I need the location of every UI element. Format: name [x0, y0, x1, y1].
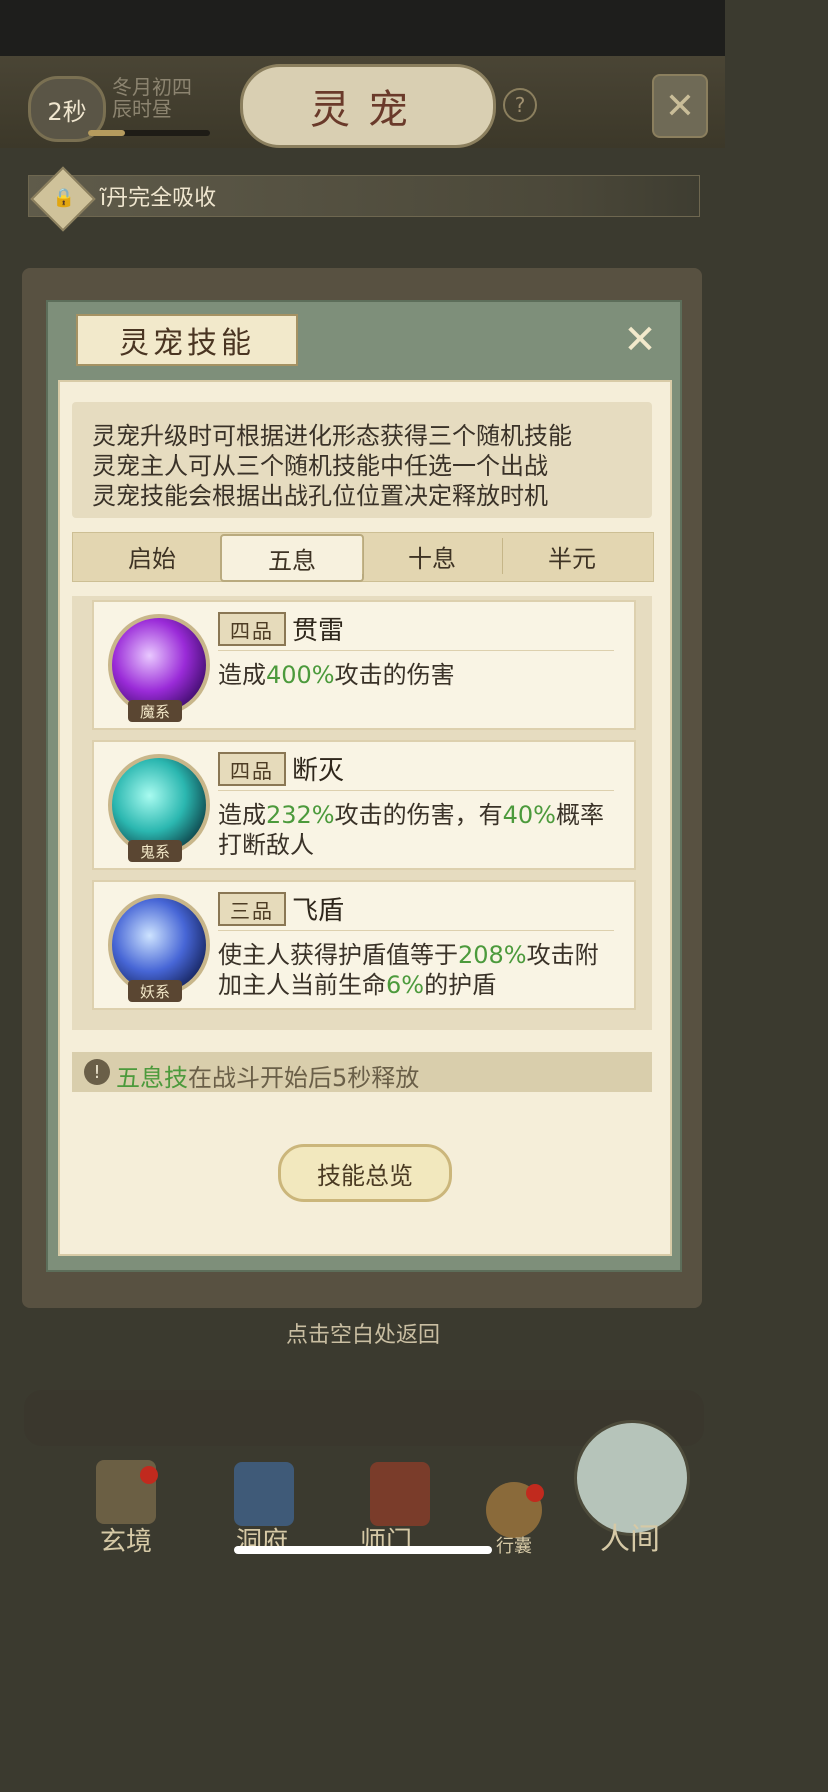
return-hint: 点击空白处返回	[285, 1323, 440, 1348]
skill-name: 飞盾	[292, 896, 345, 926]
time-progress-fill	[88, 130, 125, 136]
skill-overview-button[interactable]: 技能总览	[278, 1144, 452, 1202]
grade-badge: 四品	[218, 752, 286, 786]
date-line-2: 辰时昼	[112, 97, 172, 121]
exclamation-icon: !	[84, 1059, 110, 1085]
nav-xingnang[interactable]: 行囊	[464, 1448, 564, 1558]
card-divider	[218, 790, 614, 791]
date-line-1: 冬月初四	[112, 75, 192, 99]
home-indicator	[234, 1546, 492, 1554]
skill-effect: 造成400%攻击的伤害	[218, 661, 455, 689]
tip-text: 五息技在战斗开始后5秒释放	[116, 1064, 420, 1092]
skill-effect: 造成232%攻击的伤害，有40%概率 打断敌人	[218, 801, 604, 859]
skill-name: 贯雷	[292, 616, 345, 646]
modal-title: 灵宠技能	[76, 314, 298, 366]
tab-wuxi[interactable]: 五息	[220, 534, 364, 582]
close-icon[interactable]: ✕	[616, 317, 664, 363]
card-divider	[218, 650, 614, 651]
skill-effect: 使主人获得护盾值等于208%攻击附 加主人当前生命6%的护盾	[218, 941, 599, 999]
time-progress	[88, 130, 210, 136]
tab-qishi[interactable]: 启始	[82, 534, 222, 578]
description-line: 灵宠技能会根据出战孔位位置决定释放时机	[92, 482, 548, 510]
close-page-button[interactable]: ✕	[652, 74, 708, 138]
card-divider	[218, 930, 614, 931]
grade-badge: 四品	[218, 612, 286, 646]
nav-dongfu[interactable]: 洞府	[212, 1448, 312, 1558]
element-tag: 鬼系	[128, 840, 182, 862]
description-box: 灵宠升级时可根据进化形态获得三个随机技能 灵宠主人可从三个随机技能中任选一个出战…	[72, 402, 652, 518]
game-date: 冬月初四 辰时昼	[112, 76, 192, 120]
element-tag: 妖系	[128, 980, 182, 1002]
skill-name: 断灭	[292, 756, 345, 786]
nav-renjian[interactable]: 人间	[580, 1448, 680, 1558]
tab-banyuan[interactable]: 半元	[502, 534, 642, 578]
status-bar	[0, 0, 725, 56]
element-tag: 魔系	[128, 700, 182, 722]
nav-xuanjing[interactable]: 玄境	[76, 1448, 176, 1558]
help-icon[interactable]: ?	[503, 88, 537, 122]
notice-text: ĩ丹完全吸收	[100, 186, 217, 211]
grade-badge: 三品	[218, 892, 286, 926]
page-title: 灵宠	[240, 64, 496, 148]
nav-shimen[interactable]: 师门	[336, 1448, 436, 1558]
tab-shixi[interactable]: 十息	[362, 534, 502, 578]
